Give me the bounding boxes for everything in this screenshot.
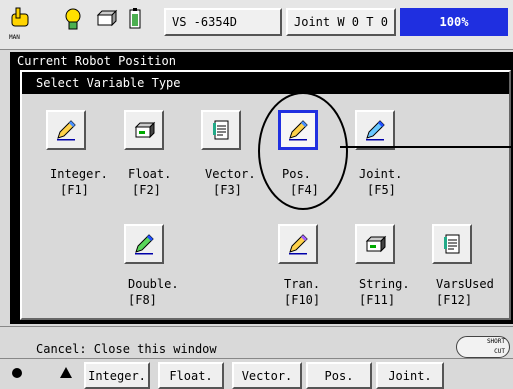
fkey-joint[interactable]: Joint. (376, 362, 444, 389)
fkey-integer[interactable]: Integer. (84, 362, 150, 389)
document-icon (444, 234, 460, 254)
robot-id-display[interactable]: VS -6354D (164, 8, 282, 36)
tran-key: [F10] (284, 293, 321, 307)
highlight-circle (258, 92, 348, 210)
tran-label: Tran. (284, 277, 321, 291)
pencil-icon (57, 120, 76, 141)
shortcut-line1: SHORT (486, 338, 505, 345)
pencil-green-icon (135, 234, 154, 255)
battery-icon[interactable] (122, 6, 148, 40)
varsused-label: VarsUsed (436, 277, 494, 291)
fkey-vector[interactable]: Vector. (232, 362, 302, 389)
integer-button[interactable] (46, 110, 86, 150)
vector-button[interactable] (201, 110, 241, 150)
integer-label: Integer. (50, 167, 108, 181)
float-key: [F2] (132, 183, 161, 197)
fkey-pos[interactable]: Pos. (306, 362, 372, 389)
document-icon (213, 120, 229, 140)
tran-button[interactable] (278, 224, 318, 264)
top-toolbar: MAN VS -6354D Joint W 0 T 0 100% (0, 0, 513, 50)
joint-button[interactable] (355, 110, 395, 150)
status-message: Cancel: Close this window (36, 342, 217, 356)
coord-system-display[interactable]: Joint W 0 T 0 (286, 8, 396, 36)
float-label: Float. (128, 167, 172, 181)
float-button[interactable] (124, 110, 164, 150)
box-icon (134, 121, 156, 139)
record-icon[interactable] (12, 368, 22, 378)
double-label: Double. (128, 277, 179, 291)
vector-key: [F3] (213, 183, 242, 197)
joint-label: Joint. (359, 167, 403, 181)
integer-key: [F1] (60, 183, 89, 197)
pencil-icon (366, 120, 385, 141)
speed-indicator[interactable]: 100% (400, 8, 508, 36)
hand-icon[interactable]: MAN (8, 6, 34, 41)
string-key: [F11] (359, 293, 396, 307)
double-key: [F8] (128, 293, 157, 307)
string-button[interactable] (355, 224, 395, 264)
varsused-button[interactable] (432, 224, 472, 264)
string-label: String. (359, 277, 410, 291)
joint-key: [F5] (367, 183, 396, 197)
shortcut-button[interactable]: SHORT CUT (456, 336, 510, 358)
mode-caption: MAN (9, 34, 20, 41)
background-title: Current Robot Position (17, 54, 176, 68)
vector-label: Vector. (205, 167, 256, 181)
fkey-float[interactable]: Float. (158, 362, 224, 389)
box-icon (365, 235, 387, 253)
lightbulb-icon[interactable] (60, 6, 86, 40)
pointer-line (340, 146, 513, 148)
up-arrow-icon[interactable] (60, 367, 72, 378)
shortcut-line2: CUT (494, 348, 505, 355)
pencil-icon (289, 234, 308, 255)
dialog-title: Select Variable Type (22, 72, 509, 94)
double-button[interactable] (124, 224, 164, 264)
varsused-key: [F12] (436, 293, 473, 307)
robot-base-icon[interactable] (92, 6, 118, 40)
